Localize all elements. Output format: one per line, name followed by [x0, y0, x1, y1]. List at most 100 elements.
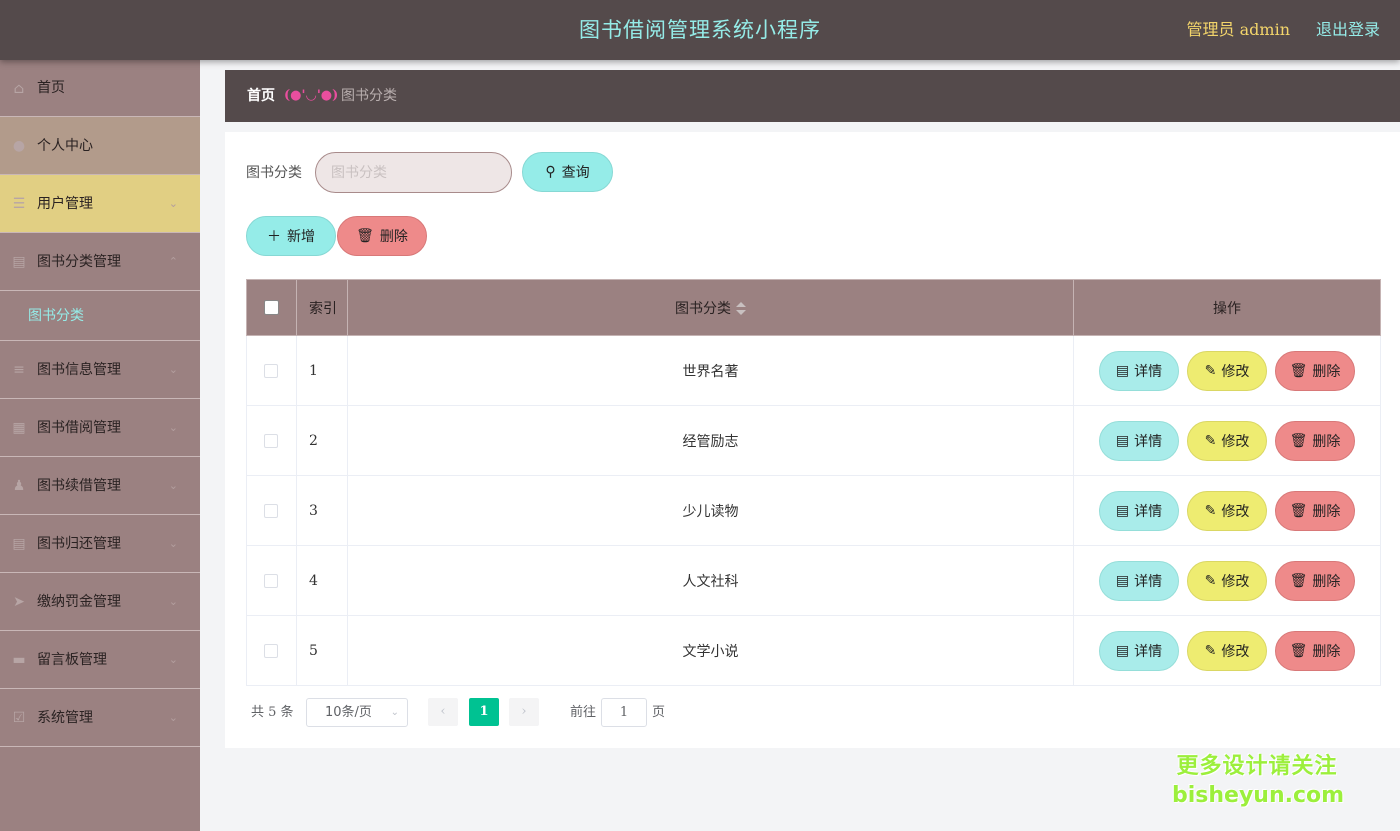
row-select-cell — [246, 475, 297, 546]
detail-button-label: 详情 — [1134, 363, 1163, 380]
document-icon: ▤ — [1115, 642, 1130, 659]
admin-user-label: 管理员 admin — [1186, 20, 1290, 39]
query-button[interactable]: ⚲ 查询 — [522, 152, 613, 192]
next-page-button[interactable]: › — [509, 698, 539, 726]
watermark-line2: bisheyun.com — [1172, 783, 1345, 808]
logout-link[interactable]: 退出登录 — [1316, 0, 1380, 60]
prev-page-button[interactable]: ‹ — [428, 698, 458, 726]
add-button-label: 新增 — [287, 229, 315, 245]
select-all-cell — [246, 279, 297, 336]
sidebar-item-borrow[interactable]: ▦ 图书借阅管理 ⌄ — [0, 399, 200, 457]
sidebar-item-label: 图书借阅管理 — [37, 420, 121, 436]
sidebar-item-renew[interactable]: ♟ 图书续借管理 ⌄ — [0, 457, 200, 515]
query-button-label: 查询 — [561, 165, 590, 181]
sidebar-subitem-book-category[interactable]: 图书分类 — [0, 291, 200, 341]
row-ops-cell: ▤ 详情 ✎ 修改 🗑 删除 — [1073, 335, 1381, 406]
sidebar-item-fine[interactable]: ➤ 缴纳罚金管理 ⌄ — [0, 573, 200, 631]
pencil-icon: ✎ — [1204, 502, 1217, 519]
detail-button[interactable]: ▤ 详情 — [1099, 420, 1180, 461]
list-icon: ≡ — [13, 362, 25, 378]
edit-button-label: 修改 — [1221, 643, 1250, 660]
trash-icon: 🗑 — [1289, 362, 1308, 379]
page-size-select[interactable]: 10条/页 ⌄ — [306, 698, 408, 727]
sidebar-item-label: 留言板管理 — [37, 652, 107, 668]
person-icon: ♟ — [12, 478, 26, 494]
detail-button-label: 详情 — [1134, 433, 1163, 450]
row-checkbox[interactable] — [264, 643, 279, 658]
delete-button[interactable]: 🗑 删除 — [1275, 630, 1356, 671]
edit-button[interactable]: ✎ 修改 — [1187, 630, 1268, 671]
delete-button[interactable]: 🗑 删除 — [1275, 490, 1356, 531]
detail-button[interactable]: ▤ 详情 — [1099, 630, 1180, 671]
pagination: 共 5 条 10条/页 ⌄ ‹ 1 › 前往 页 — [246, 698, 946, 728]
table-row: 3 少儿读物 ▤ 详情 ✎ 修改 🗑 删除 — [246, 475, 1381, 546]
chevron-down-icon: ⌄ — [390, 707, 399, 718]
sidebar-item-label: 图书信息管理 — [37, 362, 121, 378]
edit-button[interactable]: ✎ 修改 — [1187, 560, 1268, 601]
select-all-checkbox[interactable] — [263, 300, 279, 315]
row-checkbox[interactable] — [264, 573, 279, 588]
breadcrumb-current: 图书分类 — [341, 88, 397, 104]
row-checkbox[interactable] — [264, 433, 279, 448]
detail-button[interactable]: ▤ 详情 — [1099, 490, 1180, 531]
sidebar-item-return[interactable]: ▤ 图书归还管理 ⌄ — [0, 515, 200, 573]
delete-button-label: 删除 — [1312, 363, 1341, 380]
row-ops-cell: ▤ 详情 ✎ 修改 🗑 删除 — [1073, 545, 1381, 616]
delete-button[interactable]: 🗑 删除 — [1275, 560, 1356, 601]
detail-button[interactable]: ▤ 详情 — [1099, 560, 1180, 601]
goto-page-unit: 页 — [652, 705, 666, 720]
sidebar-item-system[interactable]: ☑ 系统管理 ⌄ — [0, 689, 200, 747]
watermark-line1: 更多设计请关注 — [1176, 754, 1338, 779]
delete-button[interactable]: 🗑 删除 — [1275, 350, 1356, 391]
search-label: 图书分类 — [246, 165, 302, 181]
table-row: 5 文学小说 ▤ 详情 ✎ 修改 🗑 删除 — [246, 615, 1381, 686]
edit-button[interactable]: ✎ 修改 — [1187, 420, 1268, 461]
row-checkbox[interactable] — [264, 363, 279, 378]
row-checkbox[interactable] — [264, 503, 279, 518]
pencil-icon: ✎ — [1204, 642, 1217, 659]
goto-page-input[interactable] — [601, 698, 647, 727]
edit-button[interactable]: ✎ 修改 — [1187, 350, 1268, 391]
menu-icon: ☰ — [12, 196, 26, 212]
sidebar-item-message-board[interactable]: ▬ 留言板管理 ⌄ — [0, 631, 200, 689]
row-index: 3 — [295, 475, 348, 546]
sidebar-item-label: 首页 — [37, 80, 65, 96]
detail-button[interactable]: ▤ 详情 — [1099, 350, 1180, 391]
page-number-current[interactable]: 1 — [469, 698, 499, 726]
detail-button-label: 详情 — [1134, 643, 1163, 660]
detail-button-label: 详情 — [1134, 573, 1163, 590]
sidebar-item-label: 用户管理 — [37, 196, 93, 212]
edit-button-label: 修改 — [1221, 363, 1250, 380]
table-row: 2 经管励志 ▤ 详情 ✎ 修改 🗑 删除 — [246, 405, 1381, 476]
delete-button-label: 删除 — [1312, 643, 1341, 660]
briefcase-icon: ▤ — [12, 536, 26, 552]
sidebar: ⌂ 首页 ● 个人中心 ☰ 用户管理 ⌄ ▤ 图书分类管理 ⌃ 图书分类 ≡ 图… — [0, 60, 200, 831]
batch-delete-button[interactable]: 🗑 删除 — [337, 216, 427, 256]
add-button[interactable]: ＋ 新增 — [246, 216, 336, 256]
sidebar-item-category-management[interactable]: ▤ 图书分类管理 ⌃ — [0, 233, 200, 291]
edit-button[interactable]: ✎ 修改 — [1187, 490, 1268, 531]
breadcrumb-home[interactable]: 首页 — [247, 70, 275, 122]
row-select-cell — [246, 335, 297, 406]
sidebar-item-home[interactable]: ⌂ 首页 — [0, 60, 200, 117]
column-header-name-label: 图书分类 — [674, 300, 731, 317]
row-index: 5 — [295, 615, 348, 686]
category-search-input[interactable] — [315, 152, 512, 193]
chevron-down-icon: ⌄ — [168, 595, 178, 608]
page-size-value: 10条/页 — [325, 705, 372, 720]
category-table: 索引 图书分类 操作 1 世界名著 ▤ 详情 ✎ 修改 🗑 删除 2 经管励志 ▤ 详情 ✎ 修改 🗑 删除 3… — [246, 279, 1381, 686]
table-row: 1 世界名著 ▤ 详情 ✎ 修改 🗑 删除 — [246, 335, 1381, 406]
row-ops-cell: ▤ 详情 ✎ 修改 🗑 删除 — [1073, 475, 1381, 546]
sidebar-item-user-management[interactable]: ☰ 用户管理 ⌄ — [0, 175, 200, 233]
column-header-name[interactable]: 图书分类 — [346, 279, 1075, 336]
breadcrumb-separator: (●'◡'●) — [284, 88, 339, 103]
document-icon: ▤ — [1115, 502, 1130, 519]
sort-icon[interactable] — [735, 301, 746, 316]
sidebar-item-personal-center[interactable]: ● 个人中心 — [0, 117, 200, 175]
grid-icon: ▦ — [12, 420, 26, 436]
chevron-down-icon: ⌄ — [168, 537, 178, 550]
sidebar-item-book-info[interactable]: ≡ 图书信息管理 ⌄ — [0, 341, 200, 399]
delete-button[interactable]: 🗑 删除 — [1275, 420, 1356, 461]
user-icon: ● — [12, 138, 26, 154]
row-category-name: 经管励志 — [346, 405, 1075, 476]
